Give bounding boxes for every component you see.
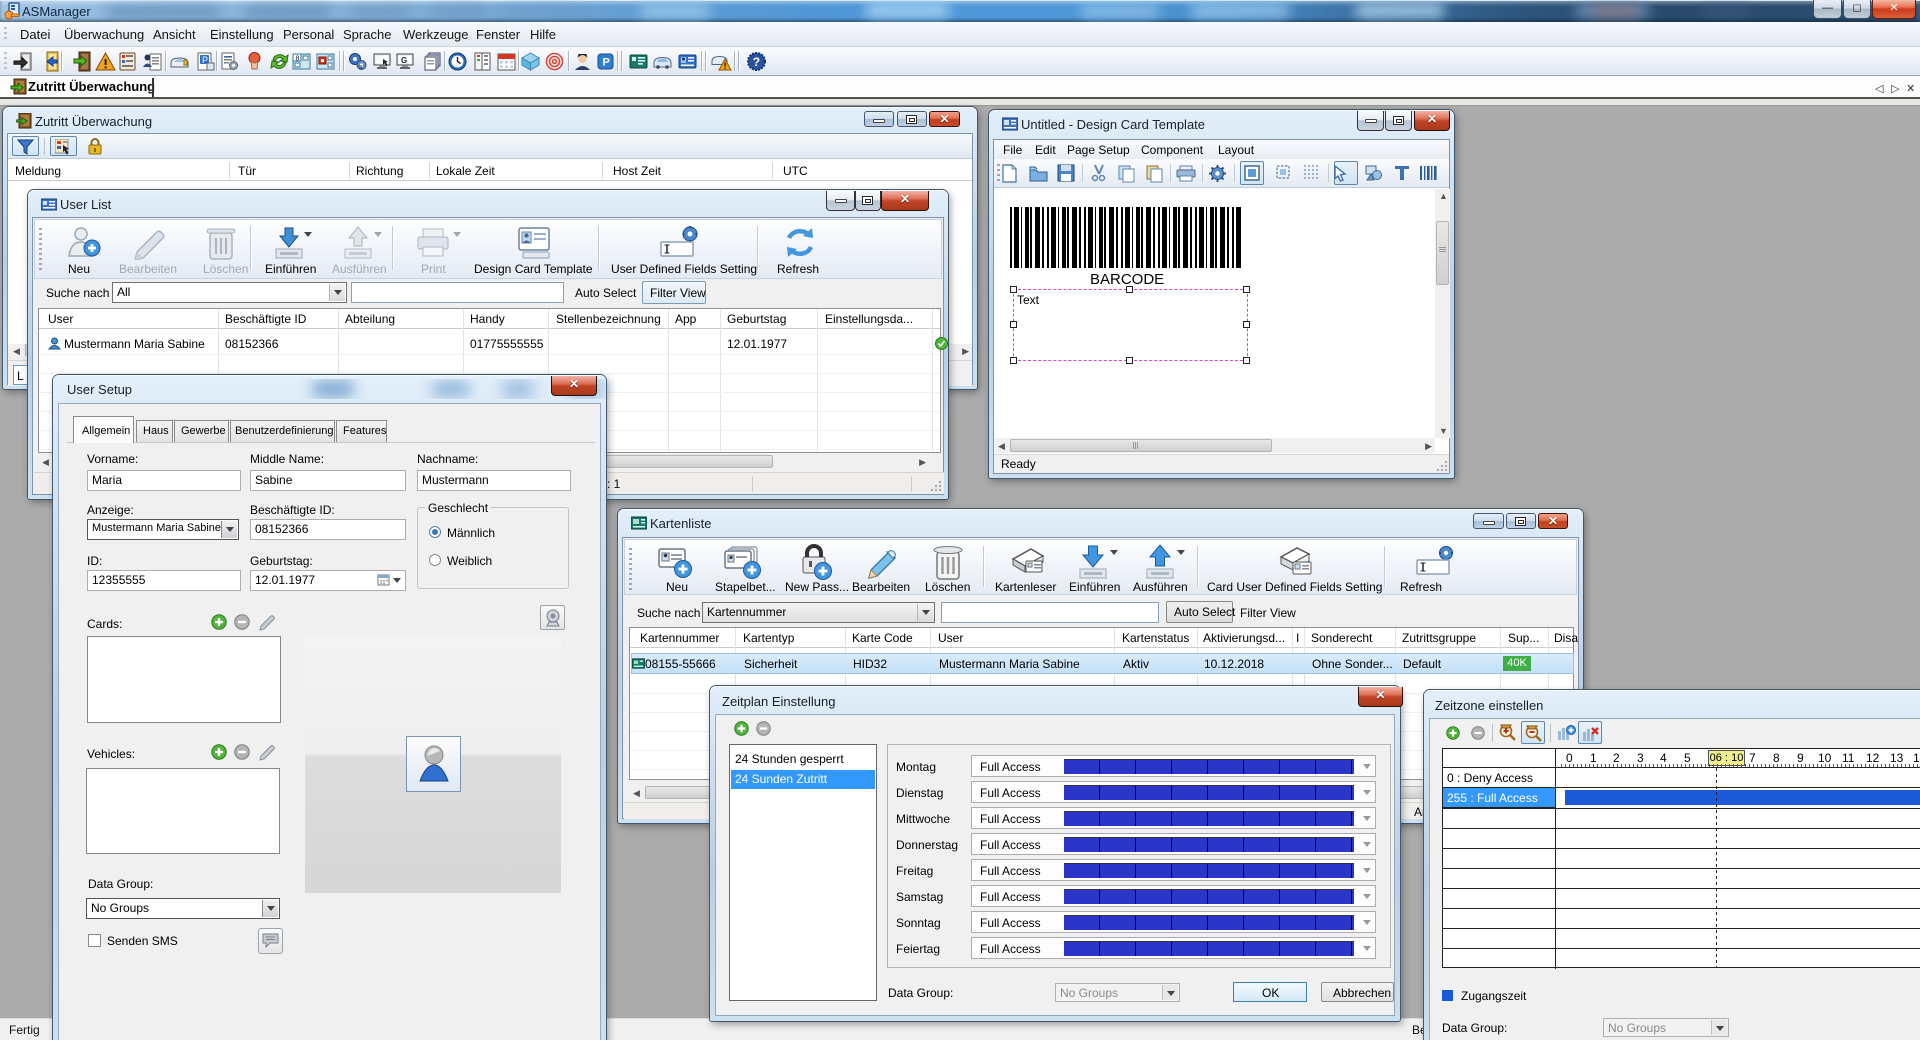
svg-text:P: P [603,57,610,69]
svg-text:s: s [359,64,363,71]
svg-text:?: ? [753,55,760,69]
svg-text:8: 8 [296,56,300,63]
svg-text:G: G [401,56,407,65]
